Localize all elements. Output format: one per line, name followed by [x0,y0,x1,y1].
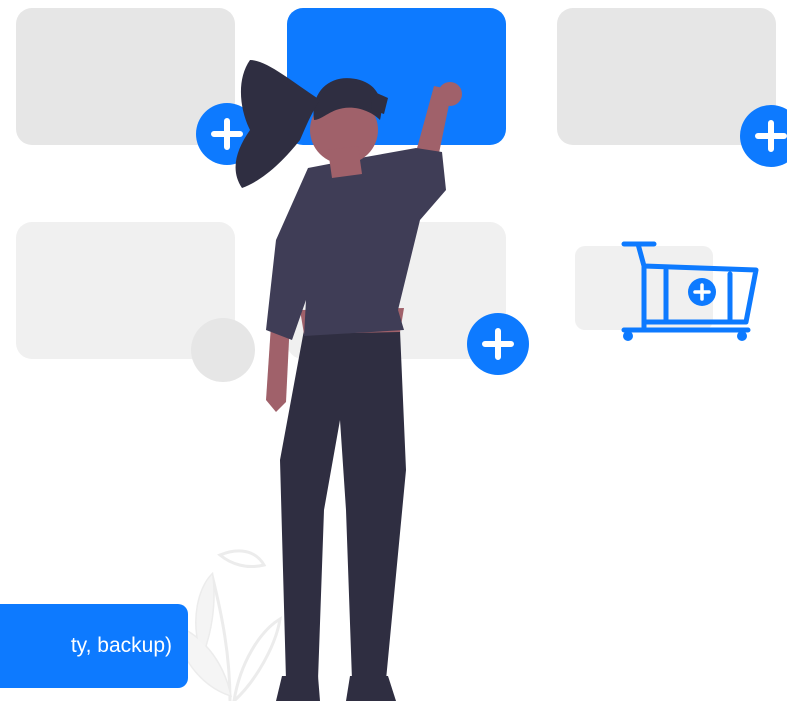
feature-tag[interactable]: ty, backup) [0,604,188,688]
woman-illustration [235,60,462,701]
add-button-top-right[interactable] [740,105,787,167]
plus-icon [755,120,787,152]
feature-tag-label: ty, backup) [70,634,172,657]
shopping-cart-icon[interactable] [618,238,760,342]
